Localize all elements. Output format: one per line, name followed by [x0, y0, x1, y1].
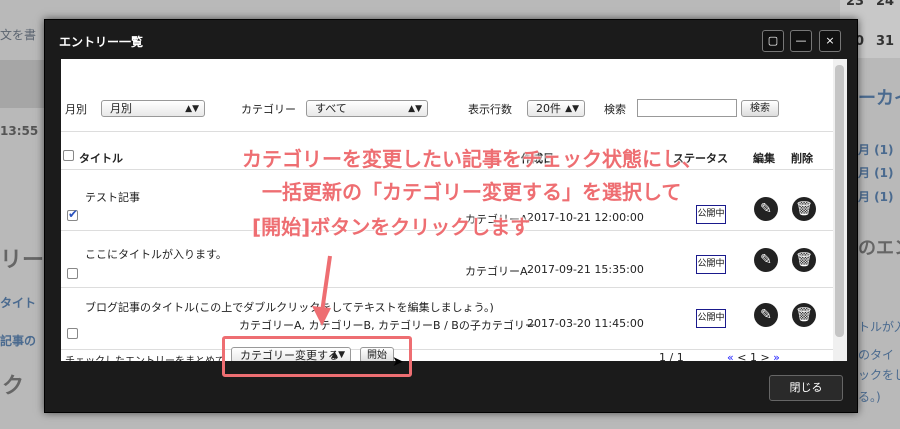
- mouse-cursor-icon: ➤: [392, 354, 404, 370]
- arrow-head-icon: [312, 306, 331, 326]
- arrow-shaft: [320, 255, 332, 313]
- annotation-arrow: [312, 255, 332, 326]
- highlight-box: [222, 336, 412, 377]
